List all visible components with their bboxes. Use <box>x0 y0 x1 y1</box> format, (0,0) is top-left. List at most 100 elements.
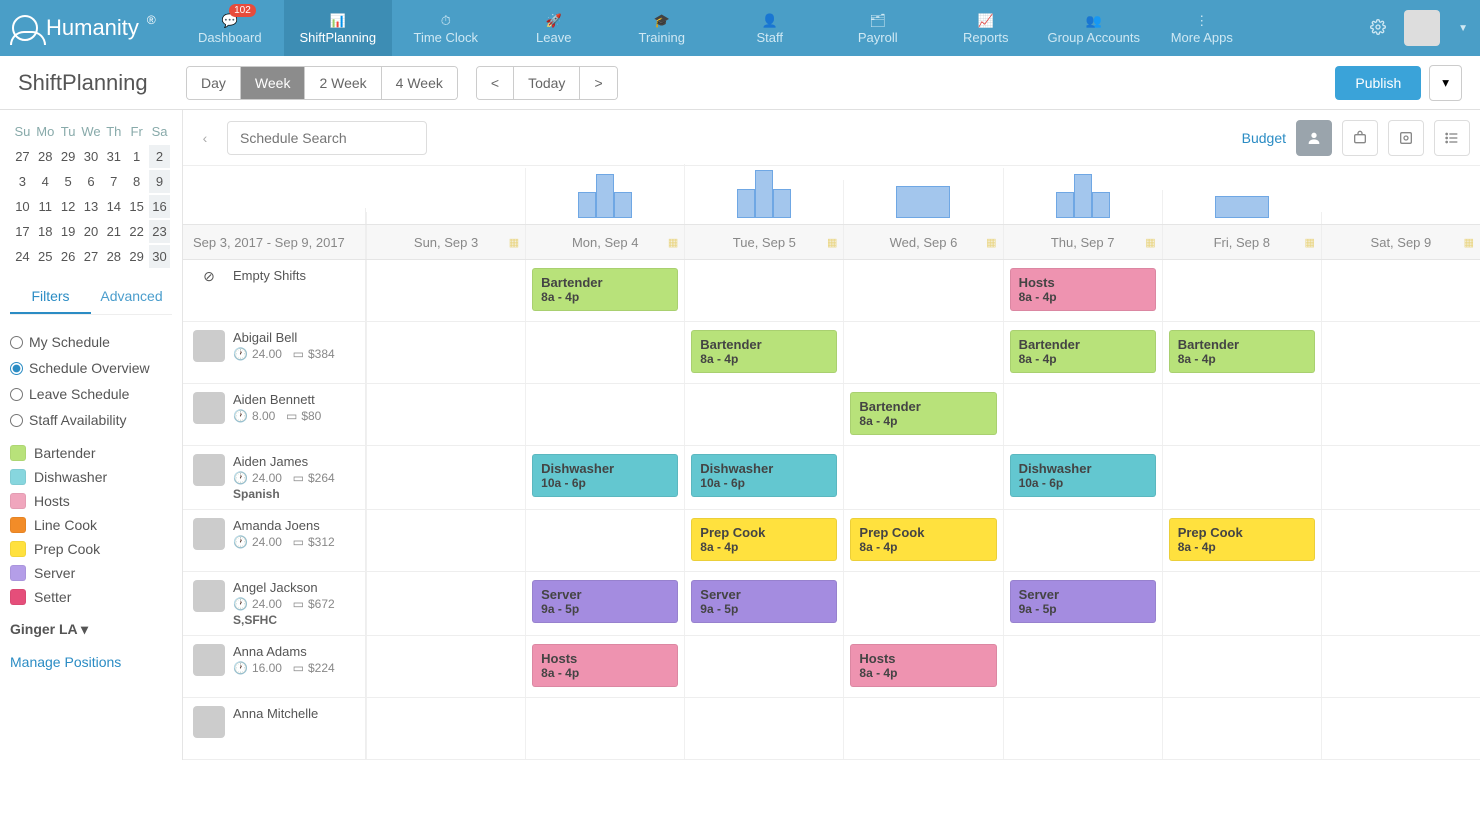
minical-day[interactable]: 23 <box>149 220 170 243</box>
minical-day[interactable]: 25 <box>35 245 56 268</box>
day-cell[interactable] <box>1321 260 1480 321</box>
nav-more-apps[interactable]: ⋮More Apps <box>1148 0 1256 56</box>
day-cell[interactable] <box>1003 698 1162 759</box>
shift-block[interactable]: Bartender8a - 4p <box>1169 330 1315 373</box>
minical-day[interactable]: 18 <box>35 220 56 243</box>
minical-day[interactable]: 24 <box>12 245 33 268</box>
day-cell[interactable] <box>1321 446 1480 509</box>
minical-day[interactable]: 17 <box>12 220 33 243</box>
note-icon[interactable]: ▦ <box>668 236 678 249</box>
shift-block[interactable]: Bartender8a - 4p <box>850 392 996 435</box>
schedule-search-input[interactable] <box>227 121 427 155</box>
nav-payroll[interactable]: 🗂Payroll <box>824 0 932 56</box>
employee-cell[interactable]: Aiden Bennett🕐 8.00 ▭ $80 <box>183 384 366 445</box>
view-my-schedule[interactable]: My Schedule <box>10 329 172 355</box>
day-cell[interactable]: Bartender8a - 4p <box>525 260 684 321</box>
minical-day[interactable]: 2 <box>149 145 170 168</box>
nav-dashboard[interactable]: 💬Dashboard102 <box>176 0 284 56</box>
minical-day[interactable]: 16 <box>149 195 170 218</box>
minical-day[interactable]: 3 <box>12 170 33 193</box>
minical-day[interactable]: 4 <box>35 170 56 193</box>
view-position-button[interactable] <box>1342 120 1378 156</box>
day-header[interactable]: Sun, Sep 3▦ <box>366 225 525 259</box>
day-cell[interactable] <box>1003 510 1162 571</box>
view-leave-schedule[interactable]: Leave Schedule <box>10 381 172 407</box>
day-cell[interactable]: Prep Cook8a - 4p <box>843 510 1002 571</box>
view-schedule-overview[interactable]: Schedule Overview <box>10 355 172 381</box>
shift-block[interactable]: Hosts8a - 4p <box>850 644 996 687</box>
day-cell[interactable]: Hosts8a - 4p <box>525 636 684 697</box>
position-filter-dishwasher[interactable]: Dishwasher <box>10 465 172 489</box>
position-filter-line-cook[interactable]: Line Cook <box>10 513 172 537</box>
day-cell[interactable] <box>1162 260 1321 321</box>
shift-block[interactable]: Server9a - 5p <box>691 580 837 623</box>
mini-calendar[interactable]: SuMoTuWeThFrSa 2728293031123456789101112… <box>10 118 172 270</box>
position-filter-server[interactable]: Server <box>10 561 172 585</box>
view-list-button[interactable] <box>1434 120 1470 156</box>
day-cell[interactable] <box>1162 636 1321 697</box>
day-cell[interactable] <box>843 698 1002 759</box>
employee-cell[interactable]: ⊘Empty Shifts <box>183 260 366 321</box>
prev-button[interactable]: < <box>477 67 514 99</box>
day-header[interactable]: Mon, Sep 4▦ <box>525 225 684 259</box>
minical-day[interactable]: 28 <box>35 145 56 168</box>
shift-block[interactable]: Prep Cook8a - 4p <box>850 518 996 561</box>
view-compact-button[interactable] <box>1388 120 1424 156</box>
range-week[interactable]: Week <box>241 67 306 99</box>
shift-block[interactable]: Prep Cook8a - 4p <box>1169 518 1315 561</box>
brand[interactable]: Humanity® <box>12 15 156 41</box>
publish-caret-button[interactable]: ▾ <box>1429 65 1462 101</box>
shift-block[interactable]: Dishwasher10a - 6p <box>1010 454 1156 497</box>
day-header[interactable]: Sat, Sep 9▦ <box>1321 225 1480 259</box>
shift-block[interactable]: Bartender8a - 4p <box>691 330 837 373</box>
minical-day[interactable]: 31 <box>103 145 124 168</box>
range-day[interactable]: Day <box>187 67 241 99</box>
minical-day[interactable]: 11 <box>35 195 56 218</box>
budget-link[interactable]: Budget <box>1242 130 1286 146</box>
minical-day[interactable]: 10 <box>12 195 33 218</box>
nav-time-clock[interactable]: ⏱Time Clock <box>392 0 500 56</box>
next-button[interactable]: > <box>580 67 616 99</box>
day-cell[interactable] <box>684 384 843 445</box>
day-cell[interactable]: Bartender8a - 4p <box>684 322 843 383</box>
minical-day[interactable]: 12 <box>58 195 79 218</box>
collapse-sidebar-icon[interactable]: ‹ <box>193 126 217 150</box>
day-cell[interactable] <box>1162 698 1321 759</box>
shift-block[interactable]: Hosts8a - 4p <box>1010 268 1156 311</box>
day-cell[interactable] <box>1321 384 1480 445</box>
note-icon[interactable]: ▦ <box>509 236 519 249</box>
today-button[interactable]: Today <box>514 67 580 99</box>
day-cell[interactable]: Bartender8a - 4p <box>843 384 1002 445</box>
minical-day[interactable]: 22 <box>126 220 147 243</box>
shift-block[interactable]: Bartender8a - 4p <box>532 268 678 311</box>
day-cell[interactable] <box>366 384 525 445</box>
day-cell[interactable]: Dishwasher10a - 6p <box>684 446 843 509</box>
tab-filters[interactable]: Filters <box>10 280 91 314</box>
day-cell[interactable]: Hosts8a - 4p <box>1003 260 1162 321</box>
minical-day[interactable]: 26 <box>58 245 79 268</box>
position-filter-prep-cook[interactable]: Prep Cook <box>10 537 172 561</box>
employee-cell[interactable]: Abigail Bell🕐 24.00 ▭ $384 <box>183 322 366 383</box>
location-dropdown[interactable]: Ginger LA ▾ <box>10 621 172 638</box>
employee-cell[interactable]: Angel Jackson🕐 24.00 ▭ $672S,SFHC <box>183 572 366 635</box>
minical-day[interactable]: 19 <box>58 220 79 243</box>
day-cell[interactable] <box>1321 572 1480 635</box>
minical-day[interactable]: 29 <box>58 145 79 168</box>
user-avatar[interactable] <box>1404 10 1440 46</box>
nav-leave[interactable]: 🚀Leave <box>500 0 608 56</box>
day-cell[interactable] <box>843 572 1002 635</box>
user-menu-caret-icon[interactable]: ▼ <box>1458 23 1468 34</box>
position-filter-bartender[interactable]: Bartender <box>10 441 172 465</box>
position-filter-hosts[interactable]: Hosts <box>10 489 172 513</box>
day-cell[interactable] <box>684 636 843 697</box>
view-staff-availability[interactable]: Staff Availability <box>10 407 172 433</box>
minical-day[interactable]: 27 <box>81 245 102 268</box>
day-cell[interactable]: Hosts8a - 4p <box>843 636 1002 697</box>
position-filter-setter[interactable]: Setter <box>10 585 172 609</box>
day-header[interactable]: Wed, Sep 6▦ <box>843 225 1002 259</box>
day-header[interactable]: Fri, Sep 8▦ <box>1162 225 1321 259</box>
minical-day[interactable]: 7 <box>103 170 124 193</box>
day-cell[interactable]: Prep Cook8a - 4p <box>684 510 843 571</box>
day-header[interactable]: Tue, Sep 5▦ <box>684 225 843 259</box>
day-cell[interactable] <box>1321 698 1480 759</box>
